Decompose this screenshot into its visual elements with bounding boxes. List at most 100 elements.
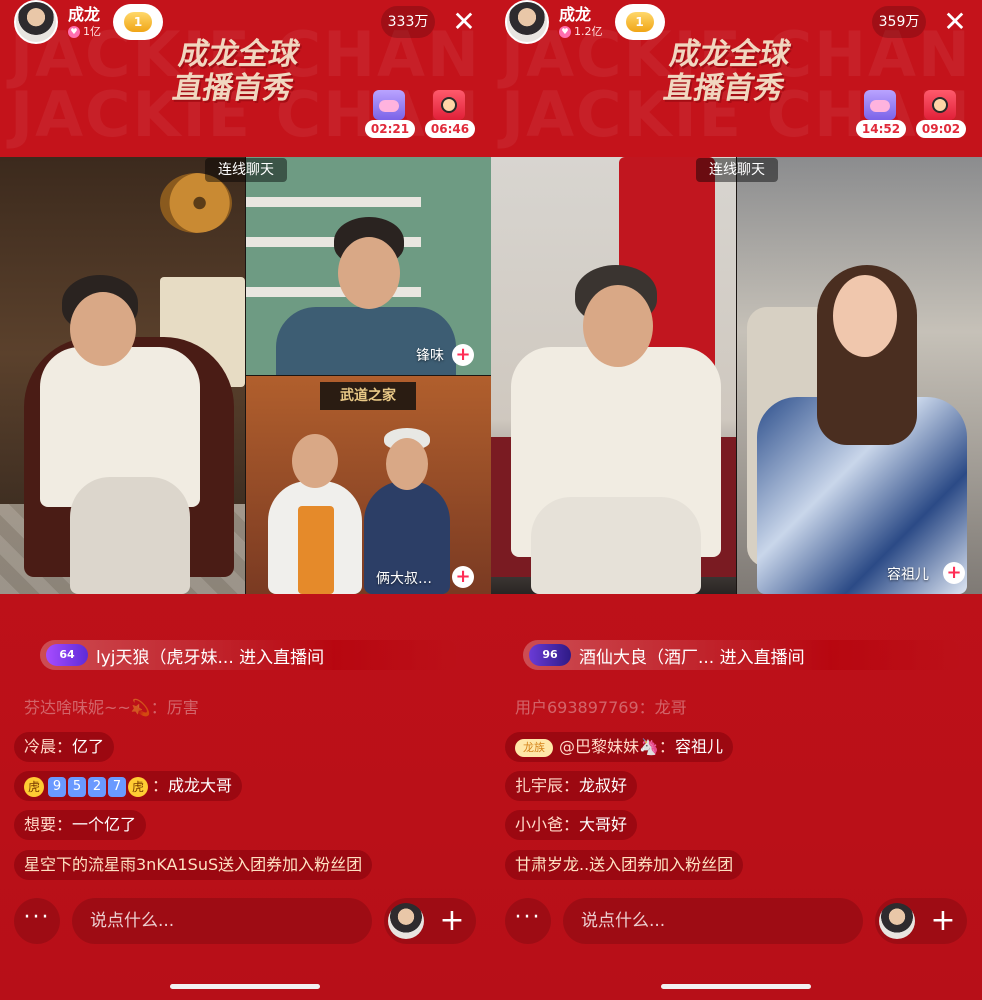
- chat-message[interactable]: 虎 9 5 2 7 虎：成龙大哥: [14, 771, 243, 801]
- host-legs: [531, 497, 701, 594]
- likes-count: 1.2亿: [574, 25, 603, 38]
- portrait-icon: [924, 90, 956, 120]
- chat-username: 小小爸：: [515, 815, 580, 834]
- host-legs: [70, 477, 190, 594]
- entry-text: lyj天狼（虎牙妹... 进入直播间: [96, 647, 325, 668]
- chat-text: 一个亿了: [72, 815, 137, 834]
- follow-guest1-button[interactable]: +: [943, 562, 965, 584]
- plus-icon[interactable]: +: [925, 898, 961, 944]
- host-name: 成龙: [559, 5, 592, 24]
- guest-video-1[interactable]: 容祖儿 +: [737, 157, 982, 594]
- guest-video-1[interactable]: 锋味 +: [246, 157, 491, 375]
- host-avatar[interactable]: [505, 0, 549, 44]
- follow-guest1-button[interactable]: +: [452, 344, 474, 366]
- host-avatar[interactable]: [14, 0, 58, 44]
- chat-message[interactable]: 用户693897769：龙哥: [505, 693, 697, 723]
- chat-username: 扎宇辰：: [515, 776, 580, 795]
- tiger-icon: 虎: [128, 776, 148, 797]
- host-mini-avatar: [388, 903, 424, 939]
- host-video[interactable]: [0, 157, 245, 594]
- plus-icon[interactable]: +: [434, 898, 470, 944]
- host-card[interactable]: 成龙 ♥ 1.2亿 1: [505, 0, 665, 44]
- chat-message[interactable]: 冷晨：亿了: [14, 732, 115, 762]
- chat-message[interactable]: 扎宇辰：龙叔好: [505, 771, 638, 801]
- chat-text: 甘肃岁龙..送入团券加入粉丝团: [515, 855, 734, 874]
- video-grid: 锋味 + 武道之家 俩大叔… +: [0, 157, 491, 594]
- chat-message[interactable]: 龙族 @巴黎妹妹🦄：容祖儿: [505, 732, 733, 762]
- guest2b-head: [386, 438, 428, 490]
- gift-entry[interactable]: +: [384, 898, 476, 944]
- host-card[interactable]: 成龙 ♥ 1亿 1: [14, 0, 163, 44]
- plaque-sign: 武道之家: [320, 382, 416, 410]
- more-button[interactable]: ···: [505, 898, 551, 944]
- user-level-badge: 64: [46, 644, 88, 666]
- likes-count: 1亿: [83, 25, 101, 38]
- fan-club-badge[interactable]: 1: [614, 4, 665, 40]
- user-level-badge: 96: [529, 644, 571, 666]
- chat-username: 想要：: [24, 815, 73, 834]
- comment-input[interactable]: [72, 898, 372, 944]
- guest2a-robe: [298, 506, 334, 594]
- host-head: [70, 292, 136, 366]
- comment-input[interactable]: [563, 898, 863, 944]
- chat-text: 亿了: [72, 737, 105, 756]
- chat-system-message[interactable]: 星空下的流星雨3nKA1SuS送入团券加入粉丝团: [14, 850, 373, 880]
- chat-text: 大哥好: [579, 815, 628, 834]
- app-screenshot-pair: JACKIE CHAN JACKIE CHAN 成龙全球 直播首秀 成龙 ♥ 1…: [0, 0, 982, 1000]
- digit-badge: 7: [108, 776, 126, 797]
- follow-guest2-button[interactable]: +: [452, 566, 474, 588]
- event-title: 成龙全球 直播首秀: [661, 37, 813, 106]
- host-info: 成龙 ♥ 1亿: [68, 5, 101, 39]
- guest2a-head: [292, 434, 338, 488]
- guest-head: [833, 275, 897, 357]
- chat-text: 龙叔好: [579, 776, 628, 795]
- event-title-line2: 直播首秀: [661, 71, 788, 106]
- chat-message[interactable]: 芬达啥味妮~~💫：厉害: [14, 693, 209, 723]
- close-icon[interactable]: ✕: [448, 6, 480, 38]
- host-info: 成龙 ♥ 1.2亿: [559, 5, 603, 39]
- viewer-count[interactable]: 359万: [872, 6, 926, 38]
- chat-system-message[interactable]: 甘肃岁龙..送入团券加入粉丝团: [505, 850, 744, 880]
- guest1-name: 锋味: [416, 348, 444, 364]
- live-room-left: JACKIE CHAN JACKIE CHAN 成龙全球 直播首秀 成龙 ♥ 1…: [0, 0, 491, 1000]
- chat-text: 容祖儿: [674, 737, 723, 756]
- host-video[interactable]: [491, 157, 736, 594]
- header-banner: JACKIE CHAN JACKIE CHAN 成龙全球 直播首秀 成龙 ♥ 1…: [491, 0, 982, 157]
- link-chat-label: 连线聊天: [696, 158, 778, 182]
- gramophone-image: [160, 173, 232, 233]
- home-indicator[interactable]: [661, 984, 811, 989]
- activity-widget-2[interactable]: 06:46: [425, 90, 475, 138]
- home-indicator[interactable]: [170, 984, 320, 989]
- chat-message[interactable]: 想要：一个亿了: [14, 810, 147, 840]
- fan-club-badge[interactable]: 1: [113, 4, 163, 40]
- digit-badge: 9: [48, 776, 66, 797]
- guest1-name: 容祖儿: [887, 567, 929, 583]
- chat-message[interactable]: 小小爸：大哥好: [505, 810, 638, 840]
- activity-widget-1[interactable]: 02:21: [365, 90, 415, 138]
- host-head: [583, 285, 653, 367]
- guest2-name: 俩大叔…: [376, 571, 432, 587]
- activity-widget-2[interactable]: 09:02: [916, 90, 966, 138]
- live-room-right: JACKIE CHAN JACKIE CHAN 成龙全球 直播首秀 成龙 ♥ 1…: [491, 0, 982, 1000]
- more-button[interactable]: ···: [14, 898, 60, 944]
- entry-text: 酒仙大良（酒厂... 进入直播间: [579, 647, 805, 668]
- tiger-icon: 虎: [24, 776, 44, 797]
- viewer-count[interactable]: 333万: [381, 6, 435, 38]
- activity-timer-1: 02:21: [365, 120, 415, 138]
- digit-badges: 9527: [48, 771, 128, 801]
- chat-text: 厉害: [166, 698, 199, 717]
- heart-icon: ♥: [559, 26, 571, 38]
- activity-widget-1[interactable]: 14:52: [856, 90, 906, 138]
- guest1-head: [338, 237, 400, 309]
- chat-text: 成龙大哥: [168, 776, 233, 795]
- event-title-line2: 直播首秀: [170, 71, 297, 106]
- gift-entry[interactable]: +: [875, 898, 967, 944]
- fan-tag-badge: 龙族: [515, 738, 553, 757]
- chat-username: @巴黎妹妹🦄：: [559, 737, 675, 756]
- heart-icon: ♥: [68, 26, 80, 38]
- link-chat-label: 连线聊天: [205, 158, 287, 182]
- chat-username: 冷晨：: [24, 737, 73, 756]
- chat-username: ：: [152, 776, 169, 795]
- guest-video-2[interactable]: 武道之家 俩大叔… +: [246, 376, 491, 594]
- close-icon[interactable]: ✕: [939, 6, 971, 38]
